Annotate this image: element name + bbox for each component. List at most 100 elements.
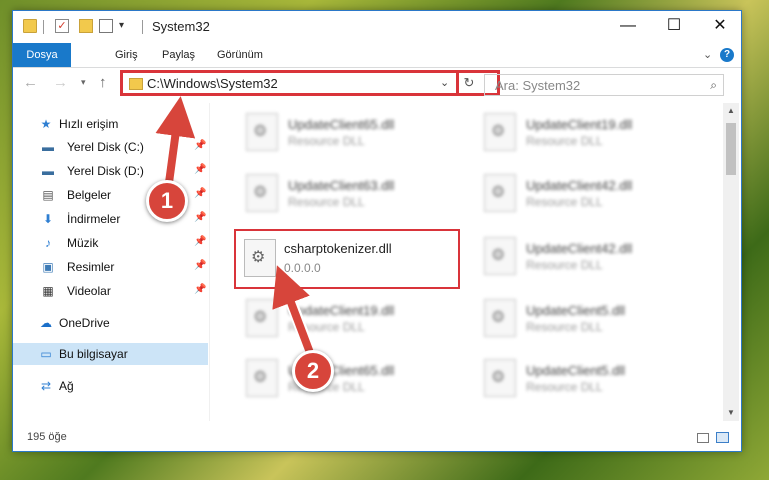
recent-locations-button[interactable]: ▾ [81, 77, 86, 88]
drive-icon: ▬ [42, 140, 54, 154]
scroll-down-icon[interactable]: ▼ [723, 405, 739, 421]
scroll-up-icon[interactable]: ▲ [723, 103, 739, 119]
sidebar-item-local-disk-d[interactable]: ▬ Yerel Disk (D:) 📌 [13, 160, 208, 182]
file-description: Resource DLL [288, 320, 365, 334]
file-item[interactable]: ⚙ UpdateClient5.dll Resource DLL [474, 353, 694, 403]
large-icons-view-icon[interactable] [716, 432, 729, 443]
search-placeholder: Ara: System32 [495, 78, 581, 93]
gear-icon: ⚙ [253, 123, 268, 140]
file-name: UpdateClient42.dll [526, 241, 633, 256]
ribbon-tabs: Dosya Giriş Paylaş Görünüm ⌄ ? [13, 43, 741, 68]
gear-icon: ⚙ [253, 369, 268, 386]
file-description: Resource DLL [288, 195, 365, 209]
pin-icon[interactable]: 📌 [194, 164, 206, 175]
sidebar-item-local-disk-c[interactable]: ▬ Yerel Disk (C:) 📌 [13, 136, 208, 158]
tab-home[interactable]: Giriş [115, 43, 138, 67]
file-description: Resource DLL [526, 134, 603, 148]
new-folder-icon[interactable] [79, 19, 93, 33]
pin-icon[interactable]: 📌 [194, 284, 206, 295]
vertical-scrollbar[interactable]: ▲ ▼ [723, 103, 739, 421]
file-item[interactable]: ⚙ UpdateClient5.dll Resource DLL [474, 293, 694, 343]
file-version: 0.0.0.0 [284, 261, 321, 275]
help-icon[interactable]: ? [720, 48, 734, 62]
tab-file[interactable]: Dosya [13, 43, 71, 67]
dll-file-icon: ⚙ [246, 174, 278, 212]
file-item[interactable]: ⚙ UpdateClient42.dll Resource DLL [474, 168, 694, 218]
computer-icon: ▭ [40, 347, 52, 361]
gear-icon: ⚙ [491, 369, 506, 386]
scroll-thumb[interactable] [726, 123, 736, 175]
search-icon[interactable]: ⌕ [710, 78, 717, 93]
forward-button[interactable]: → [53, 74, 68, 91]
file-name: UpdateClient63.dll [288, 178, 395, 193]
tab-view[interactable]: Görünüm [217, 43, 263, 67]
pictures-icon: ▣ [42, 260, 54, 274]
file-name: csharptokenizer.dll [284, 241, 392, 256]
minimize-button[interactable]: — [605, 11, 651, 41]
network-icon: ⇄ [40, 379, 52, 393]
gear-icon: ⚙ [491, 247, 506, 264]
pin-icon[interactable]: 📌 [194, 212, 206, 223]
details-view-icon[interactable] [697, 433, 709, 443]
title-bar: ✓ ▾ System32 — ☐ ✕ [13, 11, 741, 43]
sidebar-item-label: Resimler [67, 260, 115, 274]
file-description: Resource DLL [526, 195, 603, 209]
sidebar-item-music[interactable]: ♪ Müzik 📌 [13, 232, 208, 254]
file-name: UpdateClient5.dll [526, 363, 626, 378]
file-item[interactable]: ⚙ UpdateClient63.dll Resource DLL [236, 168, 456, 218]
tab-share[interactable]: Paylaş [162, 43, 195, 67]
sidebar-item-quick-access[interactable]: ★ Hızlı erişim [13, 113, 208, 135]
file-explorer-window: ✓ ▾ System32 — ☐ ✕ Dosya Giriş Paylaş Gö… [12, 10, 742, 452]
sidebar-item-pictures[interactable]: ▣ Resimler 📌 [13, 256, 208, 278]
music-icon: ♪ [45, 236, 51, 250]
pin-icon[interactable]: 📌 [194, 260, 206, 271]
maximize-button[interactable]: ☐ [651, 11, 697, 41]
file-item[interactable]: ⚙ UpdateClient42.dll Resource DLL [474, 231, 694, 281]
sidebar-item-this-pc[interactable]: ▭ Bu bilgisayar [13, 343, 208, 365]
pin-icon[interactable]: 📌 [194, 140, 206, 151]
sidebar-item-onedrive[interactable]: ☁ OneDrive [13, 312, 208, 334]
gear-icon: ⚙ [491, 123, 506, 140]
file-description: Resource DLL [526, 380, 603, 394]
drive-icon: ▬ [42, 164, 54, 178]
pin-icon[interactable]: 📌 [194, 236, 206, 247]
file-item[interactable]: ⚙ UpdateClient65.dll Resource DLL [236, 107, 456, 157]
sidebar-item-label: Müzik [67, 236, 99, 250]
search-input[interactable]: Ara: System32 ⌕ [484, 74, 724, 96]
gear-icon: ⚙ [491, 309, 506, 326]
file-item[interactable]: ⚙ UpdateClient65.dll Resource DLL [236, 353, 456, 403]
customize-toolbar-dropdown[interactable]: ▾ [119, 20, 124, 31]
gear-icon: ⚙ [491, 184, 506, 201]
navigation-pane: ★ Hızlı erişim ▬ Yerel Disk (C:) 📌 ▬ Yer… [13, 103, 208, 421]
file-item[interactable]: ⚙ UpdateClient19.dll Resource DLL [236, 293, 456, 343]
dll-file-icon: ⚙ [484, 299, 516, 337]
address-path[interactable]: C:\Windows\System32 [147, 76, 278, 91]
file-item-highlighted[interactable]: ⚙ csharptokenizer.dll 0.0.0.0 [234, 229, 460, 289]
file-name: UpdateClient42.dll [526, 178, 633, 193]
close-button[interactable]: ✕ [697, 11, 743, 41]
address-dropdown-icon[interactable]: ⌄ [440, 76, 449, 89]
properties-icon[interactable] [99, 19, 113, 33]
dll-file-icon: ⚙ [484, 237, 516, 275]
toolbar-separator [43, 20, 44, 34]
expand-ribbon-icon[interactable]: ⌄ [703, 48, 712, 61]
file-item[interactable]: ⚙ UpdateClient19.dll Resource DLL [474, 107, 694, 157]
sidebar-item-videos[interactable]: ▦ Videolar 📌 [13, 280, 208, 302]
step-2-badge: 2 [292, 350, 334, 392]
gear-icon: ⚙ [253, 309, 268, 326]
sidebar-item-label: Videolar [67, 284, 111, 298]
refresh-button[interactable]: ↻ [456, 73, 479, 93]
sidebar-item-label: OneDrive [59, 316, 110, 330]
document-icon: ▤ [42, 188, 54, 202]
file-list: ⚙ UpdateClient65.dll Resource DLL ⚙ Upda… [209, 103, 724, 421]
sidebar-item-label: Yerel Disk (D:) [67, 164, 144, 178]
address-bar[interactable]: C:\Windows\System32 ⌄ ↻ [120, 70, 500, 96]
sidebar-item-network[interactable]: ⇄ Ağ [13, 375, 208, 397]
up-button[interactable]: ↑ [99, 74, 107, 91]
dll-file-icon: ⚙ [244, 239, 276, 277]
pin-icon[interactable]: 📌 [194, 188, 206, 199]
back-button[interactable]: ← [23, 74, 38, 91]
dll-file-icon: ⚙ [246, 359, 278, 397]
item-count: 195 öğe [27, 431, 67, 443]
properties-check-icon[interactable]: ✓ [55, 19, 69, 33]
